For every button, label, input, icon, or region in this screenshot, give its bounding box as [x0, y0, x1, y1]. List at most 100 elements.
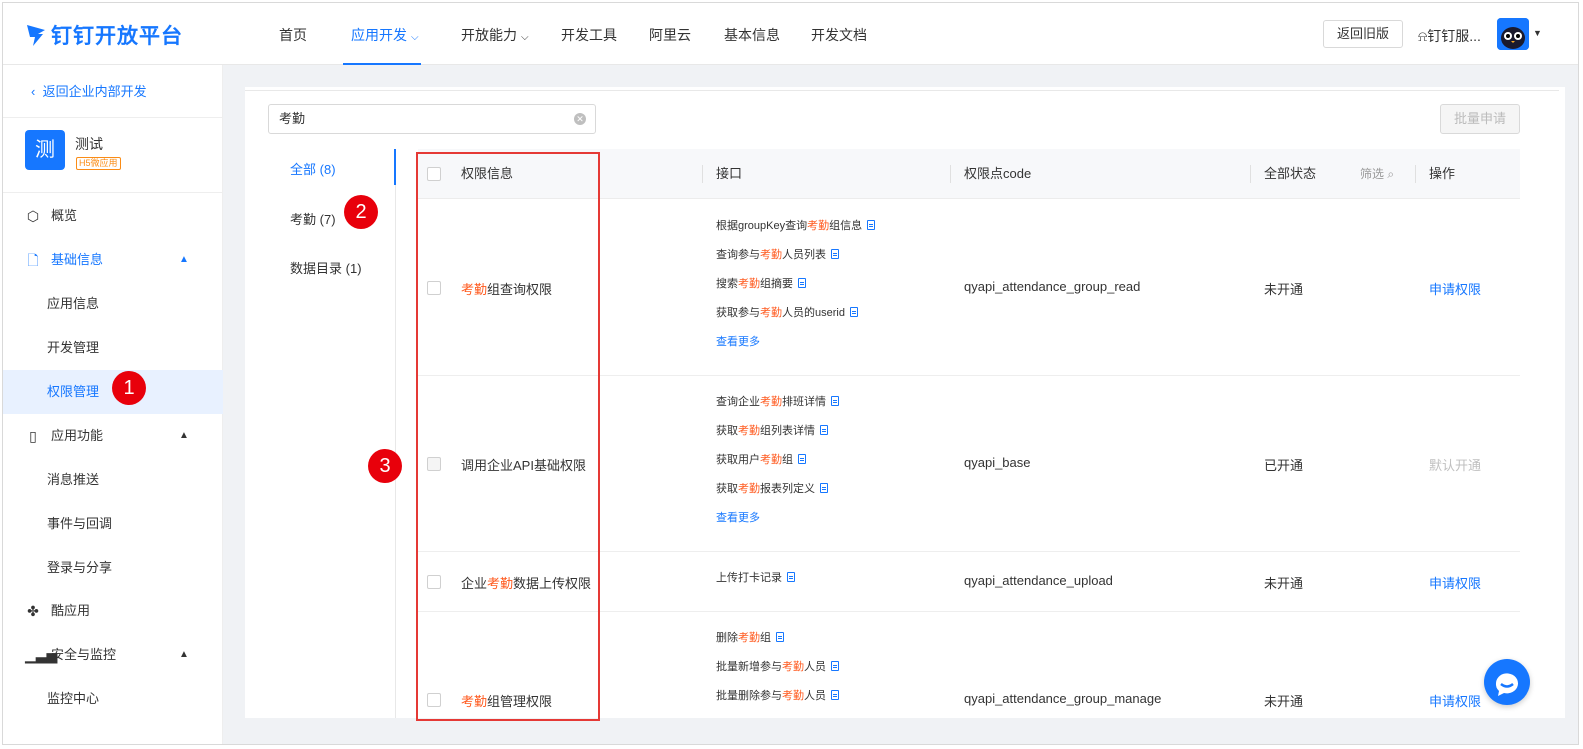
doc-icon[interactable]	[831, 249, 839, 259]
clear-icon[interactable]: ✕	[574, 113, 586, 125]
app-name: 测试	[75, 136, 103, 152]
api-link[interactable]: 搜索考勤组摘要	[716, 275, 806, 291]
nav-dev-tools[interactable]: 开发工具	[561, 3, 617, 65]
chat-assistant-button[interactable]	[1484, 659, 1530, 705]
search-input[interactable]: 考勤 ✕	[268, 104, 596, 134]
sidebar-item-label: 应用功能	[51, 428, 104, 443]
avatar[interactable]	[1497, 18, 1529, 50]
sidebar-item-label: 事件与回调	[47, 516, 113, 531]
column-divider	[702, 165, 703, 183]
nav-basic-info[interactable]: 基本信息	[724, 3, 780, 65]
caret-up-icon: ▲	[179, 649, 189, 660]
sidebar-item-label: 权限管理	[47, 384, 100, 399]
category-count: (8)	[319, 162, 336, 177]
default-enabled-label: 默认开通	[1429, 458, 1482, 473]
user-menu[interactable]: ⍾钉钉服...	[1418, 26, 1481, 46]
user-name-label: 钉钉服...	[1427, 28, 1481, 44]
api-link[interactable]: 获取考勤报表列定义	[716, 480, 828, 496]
bell-icon: ⍾	[1418, 28, 1428, 44]
sidebar-item-label: 安全与监控	[51, 647, 117, 662]
permission-code: qyapi_attendance_group_manage	[964, 691, 1162, 706]
sidebar-item-app-info[interactable]: 应用信息	[3, 282, 223, 326]
doc-icon[interactable]	[831, 661, 839, 671]
nav-open-capability[interactable]: 开放能力 ⌵	[461, 3, 529, 65]
sidebar-item-login-share[interactable]: 登录与分享	[3, 546, 223, 590]
sidebar-item-label: 监控中心	[47, 691, 100, 706]
document-icon: 🗋	[27, 252, 39, 268]
permission-status: 未开通	[1264, 694, 1304, 709]
header-status: 全部状态	[1264, 166, 1317, 181]
app-icon: 测	[25, 130, 65, 170]
api-link[interactable]: 批量新增参与考勤人员	[716, 658, 839, 674]
category-data-catalog[interactable]: 数据目录 (1)	[290, 258, 362, 277]
sidebar-item-overview[interactable]: ⬡ 概览	[3, 194, 223, 238]
logo[interactable]: 钉钉开放平台	[25, 20, 183, 50]
status-filter[interactable]: 筛选 ⌕	[1360, 149, 1394, 199]
api-link[interactable]: 查询企业考勤排班详情	[716, 393, 839, 409]
sidebar-item-events-callbacks[interactable]: 事件与回调	[3, 502, 223, 546]
doc-icon[interactable]	[849, 307, 858, 317]
category-count: (7)	[319, 212, 336, 227]
app-window: 钉钉开放平台 首页 应用开发 ⌵ 开放能力 ⌵ 开发工具 阿里云 基本信息 开发文档…	[2, 2, 1579, 745]
doc-icon[interactable]	[831, 396, 839, 406]
sidebar: ‹ 返回企业内部开发 测 测试 H5微应用 ⬡ 概览 🗋 基础信息 ▲ 应用信息…	[3, 65, 223, 744]
scrollbar[interactable]	[1566, 65, 1578, 744]
phone-icon: ▯	[29, 428, 37, 444]
api-link[interactable]: 根据groupKey查询考勤组信息	[716, 217, 876, 233]
sidebar-item-app-features[interactable]: ▯ 应用功能 ▲	[3, 414, 223, 458]
apply-permission-link[interactable]: 申请权限	[1429, 691, 1481, 710]
sidebar-item-dev-manage[interactable]: 开发管理	[3, 326, 223, 370]
category-label: 数据目录	[290, 261, 343, 276]
api-link[interactable]: 上传打卡记录	[716, 569, 795, 585]
nav-dev-tools-label: 开发工具	[561, 27, 617, 43]
permission-code: qyapi_base	[964, 455, 1031, 470]
back-to-internal-dev-link[interactable]: ‹ 返回企业内部开发	[31, 81, 147, 100]
column-divider	[950, 165, 951, 183]
nav-basic-info-label: 基本信息	[724, 27, 780, 43]
view-more-link[interactable]: 查看更多	[716, 509, 760, 525]
category-list: 全部 (8) 考勤 (7) 数据目录 (1)	[245, 149, 396, 718]
caret-up-icon: ▲	[179, 430, 189, 441]
doc-icon[interactable]	[776, 632, 784, 642]
category-attendance[interactable]: 考勤 (7)	[290, 209, 336, 228]
nav-dev-docs[interactable]: 开发文档	[811, 3, 867, 65]
sidebar-item-label: 概览	[51, 208, 78, 223]
api-link[interactable]: 查询参与考勤人员列表	[716, 246, 839, 262]
active-indicator	[394, 149, 396, 185]
doc-icon[interactable]	[798, 454, 806, 464]
batch-apply-button[interactable]: 批量申请	[1440, 104, 1520, 134]
sidebar-item-basic-info[interactable]: 🗋 基础信息 ▲	[3, 238, 223, 282]
nav-aliyun[interactable]: 阿里云	[649, 3, 691, 65]
doc-icon[interactable]	[831, 690, 839, 700]
permission-code: qyapi_attendance_group_read	[964, 279, 1141, 294]
doc-icon[interactable]	[820, 425, 828, 435]
view-more-link[interactable]: 查看更多	[716, 333, 760, 349]
api-link[interactable]: 获取参与考勤人员的userid	[716, 304, 858, 320]
permission-status: 未开通	[1264, 576, 1304, 591]
nav-app-dev-label: 应用开发	[351, 27, 407, 43]
chevron-left-icon: ‹	[31, 84, 36, 99]
apply-permission-link[interactable]: 申请权限	[1429, 573, 1481, 592]
sidebar-item-monitor-center[interactable]: 监控中心	[3, 677, 223, 721]
annotation-badge-3: 3	[368, 449, 402, 483]
api-link[interactable]: 获取用户考勤组	[716, 451, 806, 467]
doc-icon[interactable]	[787, 572, 795, 582]
doc-icon[interactable]	[798, 278, 806, 288]
nav-home-label: 首页	[279, 27, 307, 43]
api-link[interactable]: 批量删除参与考勤人员	[716, 687, 839, 703]
nav-home[interactable]: 首页	[279, 3, 307, 65]
sidebar-item-security-monitor[interactable]: ▁▃▅ 安全与监控 ▲	[3, 633, 223, 677]
api-link[interactable]: 获取考勤组列表详情	[716, 422, 828, 438]
api-link[interactable]: 删除考勤组	[716, 629, 784, 645]
doc-icon[interactable]	[867, 220, 876, 230]
nav-app-dev[interactable]: 应用开发 ⌵	[343, 3, 421, 65]
apply-permission-link[interactable]: 申请权限	[1429, 279, 1481, 298]
category-all[interactable]: 全部 (8)	[290, 159, 336, 178]
sidebar-item-cool-app[interactable]: ✤ 酷应用	[3, 589, 223, 633]
caret-down-icon[interactable]: ▼	[1533, 28, 1542, 38]
chat-bubble-icon	[1495, 673, 1518, 696]
doc-icon[interactable]	[820, 483, 828, 493]
back-to-old-version-button[interactable]: 返回旧版	[1323, 20, 1403, 48]
column-divider	[1415, 165, 1416, 183]
sidebar-item-message-push[interactable]: 消息推送	[3, 458, 223, 502]
